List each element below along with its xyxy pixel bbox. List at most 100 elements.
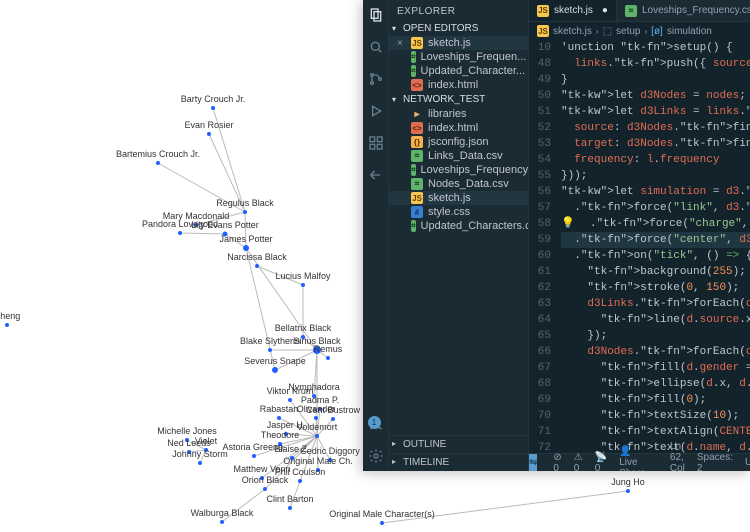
json-file-icon: {}	[411, 136, 423, 148]
code-editor[interactable]: 1048495051525354555657585960616263646566…	[529, 40, 750, 453]
file-label: Updated_Character...	[421, 65, 526, 77]
graph-node[interactable]	[263, 487, 267, 491]
outline-section[interactable]: ▸OUTLINE	[389, 435, 528, 453]
search-icon[interactable]	[367, 38, 385, 56]
open-editor-item[interactable]: <>index.html	[389, 78, 528, 92]
editor-tab[interactable]: JSsketch.js●	[529, 0, 617, 21]
graph-node-label: Lucius Malfoy	[275, 271, 331, 281]
file-tree-item[interactable]: <>index.html	[389, 121, 528, 135]
file-tree-item[interactable]: ⌗Nodes_Data.csv	[389, 177, 528, 191]
graph-node-label: Rabastan	[260, 404, 299, 414]
open-editors-header[interactable]: ▾OPEN EDITORS	[389, 21, 528, 36]
graph-node[interactable]	[255, 264, 259, 268]
graph-node[interactable]	[156, 161, 160, 165]
js-file-icon: JS	[537, 5, 549, 17]
status-encoding[interactable]: UT	[745, 457, 750, 468]
graph-node[interactable]	[301, 283, 305, 287]
graph-node[interactable]	[243, 245, 249, 251]
open-editor-item[interactable]: ×JSsketch.js	[389, 36, 528, 50]
graph-node[interactable]	[288, 506, 292, 510]
graph-node-label: Jasper H.	[267, 420, 306, 430]
project-header[interactable]: ▾NETWORK_TEST	[389, 92, 528, 107]
csv-file-icon: ⌗	[625, 5, 637, 17]
graph-node-label: Cedric Diggory	[300, 446, 360, 456]
file-label: Nodes_Data.csv	[428, 178, 509, 190]
js-file-icon: JS	[411, 192, 423, 204]
status-port[interactable]: 📡 0	[595, 452, 607, 472]
file-tree-item[interactable]: {} jsconfig.json	[389, 135, 528, 149]
graph-node[interactable]	[314, 416, 318, 420]
graph-node[interactable]	[331, 417, 335, 421]
editor-area: JSsketch.js●⌗Loveships_Frequency.csv⌗Upd…	[529, 0, 750, 471]
gear-icon[interactable]	[367, 447, 385, 465]
explorer-icon[interactable]	[367, 6, 385, 24]
graph-node[interactable]	[243, 210, 247, 214]
graph-node-label: Bellatrix Black	[275, 323, 332, 333]
file-label: Loveships_Frequency.csv	[421, 164, 528, 176]
code-content[interactable]: 'unction "tk-fn">setup() { links."tk-fn"…	[557, 40, 750, 453]
file-tree-item[interactable]: ⌗Updated_Characters.csv	[389, 219, 528, 233]
timeline-section[interactable]: ▸TIMELINE	[389, 453, 528, 471]
file-label: Updated_Characters.csv	[421, 220, 528, 232]
js-file-icon: JS	[537, 25, 549, 37]
file-tree-item[interactable]: #style.css	[389, 205, 528, 219]
graph-node-label: Cheng	[0, 311, 20, 321]
editor-tab[interactable]: ⌗Loveships_Frequency.csv	[617, 0, 750, 21]
chevron-right-icon: ›	[596, 27, 599, 36]
explorer-sidebar: EXPLORER ▾OPEN EDITORS ×JSsketch.js⌗Love…	[389, 0, 529, 471]
csv-file-icon: ⌗	[411, 65, 416, 77]
graph-node[interactable]	[268, 348, 272, 352]
graph-node[interactable]	[326, 356, 330, 360]
close-icon[interactable]: ×	[397, 38, 403, 49]
file-tree-item[interactable]: ▸libraries	[389, 107, 528, 121]
graph-node[interactable]	[626, 489, 630, 493]
graph-node[interactable]	[5, 323, 9, 327]
status-warnings[interactable]: ⚠ 0	[574, 452, 583, 472]
status-errors[interactable]: ⊘ 0	[553, 452, 561, 472]
graph-node[interactable]	[315, 434, 319, 438]
graph-node-label: James Potter	[219, 234, 272, 244]
file-label: style.css	[428, 206, 470, 218]
status-cursor[interactable]: Ln 62, Col 52	[670, 441, 685, 472]
graph-node[interactable]	[288, 398, 292, 402]
remote-indicator-icon[interactable]: ⇋	[529, 454, 537, 472]
scm-icon[interactable]	[367, 70, 385, 88]
graph-node[interactable]	[207, 132, 211, 136]
js-file-icon: JS	[411, 37, 423, 49]
status-liveshare[interactable]: 👤 Live Share	[619, 446, 646, 471]
line-gutter: 1048495051525354555657585960616263646566…	[529, 40, 557, 453]
graph-node[interactable]	[198, 461, 202, 465]
graph-node-label: Jung Ho	[611, 477, 645, 487]
breadcrumb[interactable]: JS sketch.js › ⬚ setup › [ø] simulation	[529, 22, 750, 40]
file-tree-item[interactable]: ⌗ Loveships_Frequency.csv	[389, 163, 528, 177]
graph-node-label: Regulus Black	[216, 198, 274, 208]
graph-node-label: Nymphadora	[288, 382, 340, 392]
graph-node-label: Evan Rosier	[184, 120, 233, 130]
graph-node[interactable]	[252, 454, 256, 458]
debug-icon[interactable]	[367, 102, 385, 120]
graph-node[interactable]	[211, 106, 215, 110]
csv-file-icon: ⌗	[411, 150, 423, 162]
file-label: index.html	[428, 122, 478, 134]
graph-node[interactable]	[178, 231, 182, 235]
status-spaces[interactable]: Spaces: 2	[697, 452, 733, 472]
extensions-icon[interactable]	[367, 134, 385, 152]
file-tree-item[interactable]: JSsketch.js	[389, 191, 528, 205]
chevron-right-icon: ›	[645, 27, 648, 36]
liveshare-icon[interactable]	[367, 166, 385, 184]
file-label: libraries	[428, 108, 467, 120]
explorer-title: EXPLORER	[389, 0, 528, 21]
open-editor-item[interactable]: ⌗ Updated_Character...	[389, 64, 528, 78]
chevron-right-icon: ▸	[392, 457, 396, 466]
graph-node[interactable]	[380, 521, 384, 525]
graph-node-label: Remus	[314, 344, 343, 354]
chevron-right-icon: ▸	[392, 439, 396, 448]
file-tree-item[interactable]: ⌗Links_Data.csv	[389, 149, 528, 163]
html-file-icon: <>	[411, 79, 423, 91]
graph-node[interactable]	[272, 367, 278, 373]
csv-file-icon: ⌗	[411, 164, 416, 176]
graph-node[interactable]	[298, 479, 302, 483]
file-label: jsconfig.json	[428, 136, 489, 148]
graph-node[interactable]	[220, 520, 224, 524]
open-editor-item[interactable]: ⌗Loveships_Frequen...	[389, 50, 528, 64]
